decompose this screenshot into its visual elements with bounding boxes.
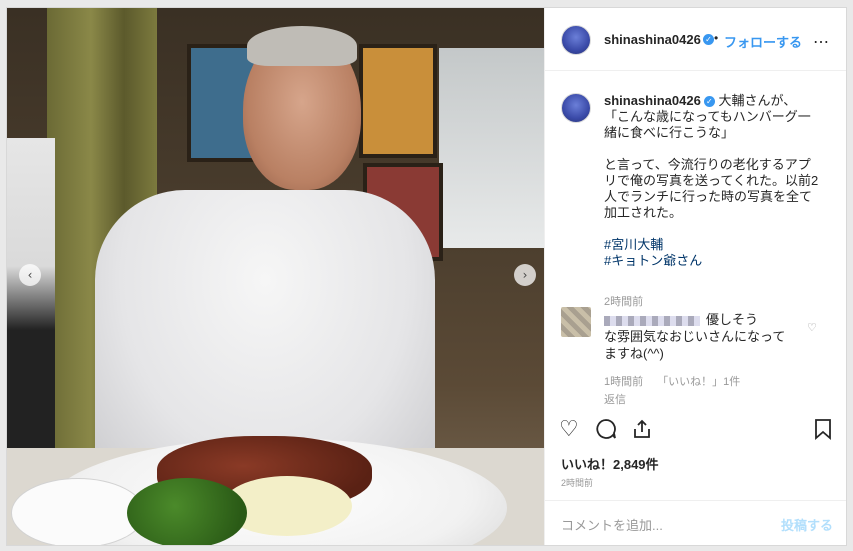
follow-button[interactable]: フォローする [724,32,802,51]
comment-input[interactable]: コメントを追加... [561,515,663,534]
comment-likes[interactable]: 「いいね！」1件 [657,376,740,388]
wall-picture-orange [359,44,437,158]
commenter-avatar[interactable] [561,307,591,337]
comment: 優しそう な雰囲気なおじいさんになって ますね(^^) [604,311,814,362]
chevron-left-icon: ‹ [27,268,33,282]
avatar[interactable] [561,25,591,55]
hashtag-link[interactable]: #キョトン爺さん [604,253,834,269]
caption-line: リで俺の写真を送ってくれた。以前2 [604,173,819,188]
caption-line: shinashina0426 ✓ 大輔さんが、 [604,93,797,108]
post-sidebar: shinashina0426 ✓ • フォローする … shinashina04… [544,8,846,545]
heart-icon[interactable]: ♡ [559,418,579,442]
caption-line: 「こんな歳になってもハンバーグ一 [604,109,811,124]
action-bar: ♡ [545,418,846,448]
next-photo-button[interactable]: › [514,264,536,286]
post-photo[interactable]: ‹ › [7,8,544,545]
comments-area[interactable]: shinashina0426 ✓ 大輔さんが、 「こんな歳になってもハンバーグ一 … [545,71,846,411]
comment-text: な雰囲気なおじいさんになって [604,329,786,344]
post-modal: ‹ › shinashina0426 ✓ • フォローする … shinashi… [6,7,847,546]
chevron-right-icon: › [522,268,528,282]
post-timestamp[interactable]: 2時間前 [561,476,593,489]
post-comment-button[interactable]: 投稿する [781,515,833,534]
comment-like-heart-icon[interactable]: ♡ [807,321,817,334]
caption-username[interactable]: shinashina0426 [604,93,701,108]
caption-avatar[interactable] [561,93,591,123]
separator-dot: • [714,31,719,45]
prev-photo-button[interactable]: ‹ [19,264,41,286]
caption-line: 加工された。 [604,205,683,220]
caption-line: 緒に食べに行こうな」 [604,125,735,140]
post-header: shinashina0426 ✓ • フォローする … [545,8,846,71]
hashtag-link[interactable]: #宮川大輔 [604,237,834,253]
verified-badge-icon: ✓ [703,96,715,108]
caption-line: と言って、今流行りの老化するアプ [604,157,811,172]
verified-badge-icon: ✓ [703,34,714,45]
man-hair [247,26,357,66]
bookmark-icon[interactable] [813,418,833,446]
more-options-icon[interactable]: … [813,28,830,47]
caption: shinashina0426 ✓ 大輔さんが、 「こんな歳になってもハンバーグ一 … [604,93,834,269]
blurred-username[interactable] [604,315,700,326]
comment-icon[interactable] [595,418,617,446]
caption-line: 人でランチに行った時の写真を全て [604,189,813,204]
reply-button[interactable]: 返信 [604,391,626,407]
restaurant-window [439,48,544,248]
caption-timestamp[interactable]: 2時間前 [604,293,643,309]
header-username[interactable]: shinashina0426 [604,32,701,47]
broccoli [127,478,247,545]
comment-meta: 1時間前 「いいね！」1件 [604,373,754,389]
comment-text: ますね(^^) [604,346,664,361]
share-icon[interactable] [631,418,653,446]
comment-timestamp[interactable]: 1時間前 [604,376,643,388]
egg-bowl [11,478,145,545]
add-comment-bar: コメントを追加... 投稿する [545,500,846,545]
background-person [7,138,55,458]
like-count[interactable]: いいね！2,849件 [561,454,659,473]
comment-text: 優しそう [706,312,759,327]
